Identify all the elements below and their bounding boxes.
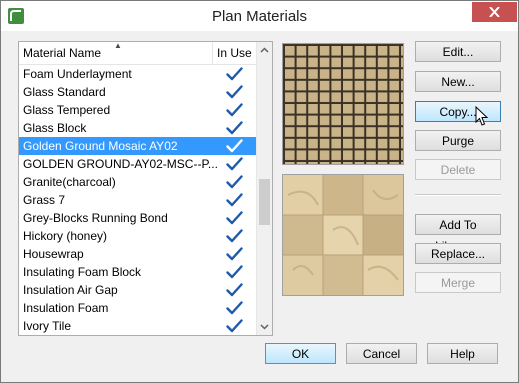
chevron-up-icon — [260, 47, 269, 53]
list-item[interactable]: Grass 7 — [19, 191, 256, 209]
in-use-check-icon — [226, 85, 243, 102]
in-use-check-icon — [226, 193, 243, 210]
material-name: Grass 7 — [23, 193, 66, 207]
cancel-button[interactable]: Cancel — [346, 343, 417, 364]
material-name: Ivory Tile — [23, 319, 72, 333]
scrollbar-thumb[interactable] — [259, 179, 270, 225]
list-item[interactable]: GOLDEN GROUND-AY02-MSC--P... — [19, 155, 256, 173]
delete-button[interactable]: Delete — [415, 159, 501, 180]
help-button[interactable]: Help — [427, 343, 498, 364]
in-use-check-icon — [226, 229, 243, 246]
list-item[interactable]: Insulation Air Gap — [19, 281, 256, 299]
list-item[interactable]: Grey-Blocks Running Bond — [19, 209, 256, 227]
list-header: Material Name ▲ In Use — [19, 42, 256, 65]
purge-button[interactable]: Purge — [415, 130, 501, 151]
chevron-down-icon — [260, 324, 269, 330]
list-item[interactable]: Glass Tempered — [19, 101, 256, 119]
material-name: Insulating Foam Block — [23, 265, 142, 279]
window-title: Plan Materials — [211, 8, 308, 25]
in-use-check-icon — [226, 121, 243, 138]
material-pattern-preview — [282, 43, 404, 165]
list-item[interactable]: Glass Block — [19, 119, 256, 137]
title-bar: Plan Materials — [1, 1, 518, 31]
column-divider[interactable] — [212, 42, 213, 64]
list-item[interactable]: Golden Ground Mosaic AY02 — [19, 137, 256, 155]
ok-button[interactable]: OK — [265, 343, 336, 364]
material-name: Glass Block — [23, 121, 87, 135]
in-use-check-icon — [226, 211, 243, 228]
close-button[interactable] — [472, 2, 517, 22]
material-name: GOLDEN GROUND-AY02-MSC--P... — [23, 157, 218, 171]
edit-button[interactable]: Edit... — [415, 41, 501, 62]
list-item[interactable]: Granite(charcoal) — [19, 173, 256, 191]
in-use-check-icon — [226, 175, 243, 192]
material-texture-preview — [282, 174, 404, 296]
material-name: Golden Ground Mosaic AY02 — [23, 139, 178, 153]
close-icon — [489, 7, 500, 17]
sort-ascending-icon: ▲ — [114, 41, 122, 50]
material-name: Housewrap — [23, 247, 84, 261]
replace-button[interactable]: Replace... — [415, 243, 501, 264]
list-item[interactable]: Housewrap — [19, 245, 256, 263]
scroll-down-button[interactable] — [257, 318, 272, 335]
vertical-scrollbar[interactable] — [256, 42, 272, 335]
column-header-in-use[interactable]: In Use — [217, 46, 252, 60]
in-use-check-icon — [226, 157, 243, 174]
list-item[interactable]: Foam Underlayment — [19, 65, 256, 83]
material-name: Foam Underlayment — [23, 67, 132, 81]
material-name: Hickory (honey) — [23, 229, 108, 243]
in-use-check-icon — [226, 319, 243, 335]
list-item[interactable]: Ivory Tile — [19, 317, 256, 335]
list-item[interactable]: Insulation Foam — [19, 299, 256, 317]
material-name: Grey-Blocks Running Bond — [23, 211, 168, 225]
in-use-check-icon — [226, 67, 243, 84]
material-name: Glass Tempered — [23, 103, 111, 117]
list-item[interactable]: Hickory (honey) — [19, 227, 256, 245]
in-use-check-icon — [226, 103, 243, 120]
in-use-check-icon — [226, 139, 243, 156]
materials-list[interactable]: Material Name ▲ In Use Foam Underlayment… — [18, 41, 273, 336]
new-button[interactable]: New... — [415, 71, 501, 92]
material-name: Glass Standard — [23, 85, 106, 99]
in-use-check-icon — [226, 265, 243, 282]
merge-button[interactable]: Merge — [415, 272, 501, 293]
add-to-library-button[interactable]: Add To Library... — [415, 214, 501, 253]
scroll-up-button[interactable] — [257, 42, 272, 59]
material-name: Granite(charcoal) — [23, 175, 116, 189]
in-use-check-icon — [226, 247, 243, 264]
plan-materials-dialog: Plan Materials Material Name ▲ In Use Fo… — [0, 0, 519, 383]
material-name: Insulation Foam — [23, 301, 109, 315]
list-item[interactable]: Glass Standard — [19, 83, 256, 101]
material-name: Insulation Air Gap — [23, 283, 118, 297]
in-use-check-icon — [226, 301, 243, 318]
list-item[interactable]: Insulating Foam Block — [19, 263, 256, 281]
in-use-check-icon — [226, 283, 243, 300]
mouse-pointer-icon — [475, 105, 489, 131]
button-separator — [415, 194, 501, 196]
column-header-material-name[interactable]: Material Name — [23, 46, 101, 60]
